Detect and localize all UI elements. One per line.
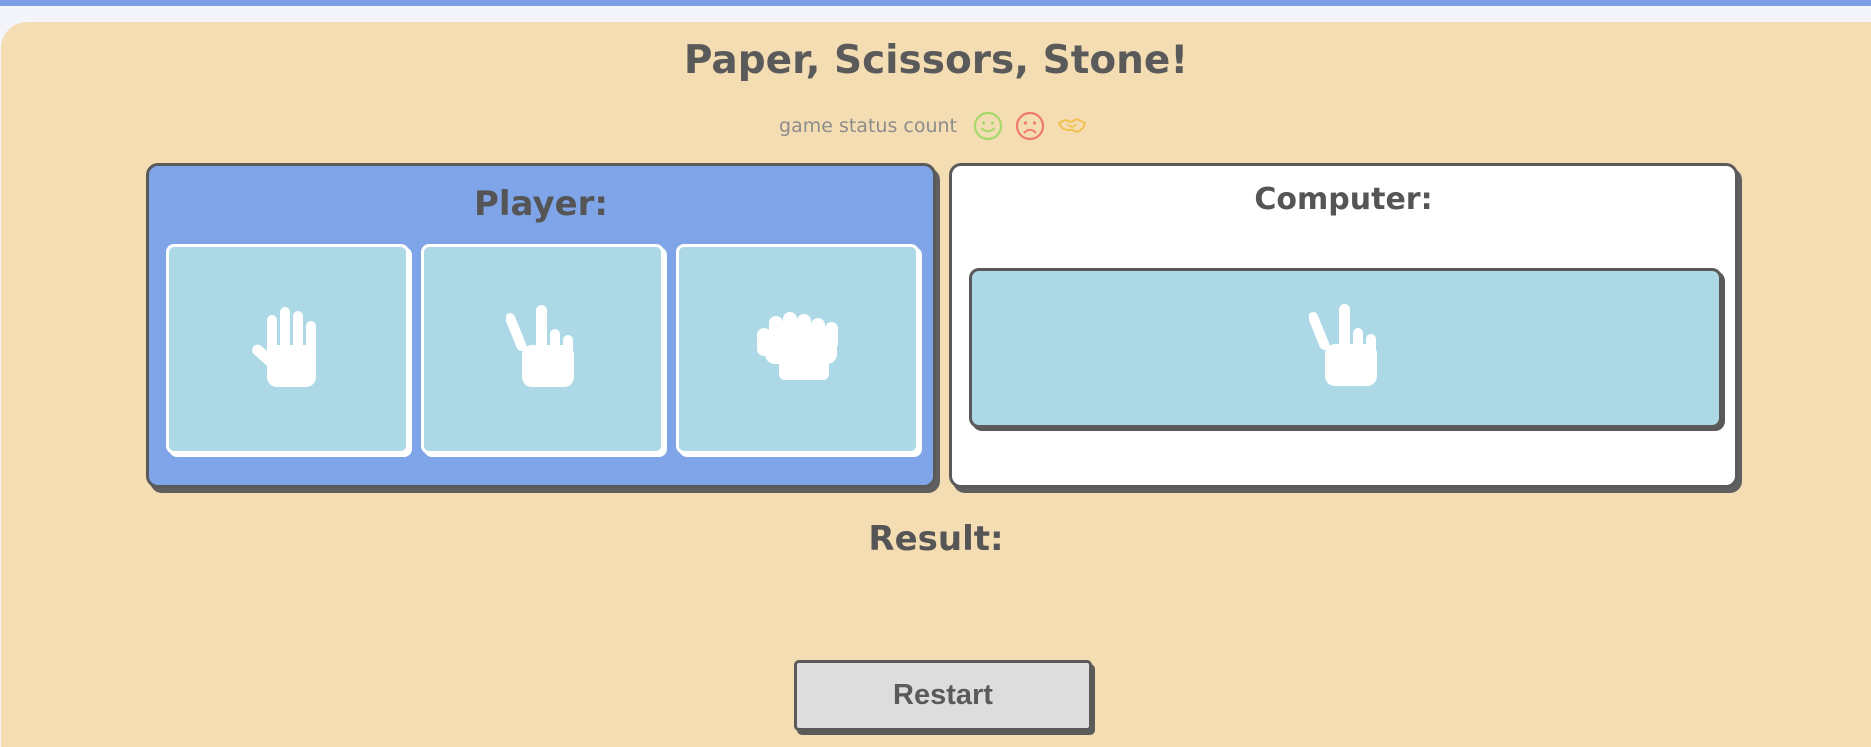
player-panel: Player: — [146, 163, 936, 488]
stone-choice-button[interactable] — [676, 244, 919, 454]
hand-fist-icon — [755, 312, 841, 386]
scissors-choice-button[interactable] — [421, 244, 664, 454]
computer-title: Computer: — [1254, 182, 1433, 217]
player-title: Player: — [473, 184, 609, 224]
game-container: Paper, Scissors, Stone! game status coun… — [1, 22, 1871, 747]
game-title: Paper, Scissors, Stone! — [683, 38, 1189, 83]
result-label: Result: — [868, 519, 1004, 559]
frown-icon — [1015, 111, 1045, 141]
restart-button[interactable]: Restart — [794, 660, 1092, 731]
hand-peace-icon — [504, 305, 580, 393]
computer-choice-card — [969, 268, 1722, 428]
game-status-label: game status count — [779, 115, 957, 137]
hand-open-icon — [251, 305, 325, 393]
game-status-row: game status count — [1, 106, 1871, 146]
computer-panel: Computer: — [949, 163, 1738, 488]
top-accent-bar — [0, 0, 1871, 6]
paper-choice-button[interactable] — [166, 244, 409, 454]
hand-peace-icon — [1307, 304, 1383, 392]
handshake-icon — [1057, 115, 1087, 137]
smile-icon — [973, 111, 1003, 141]
